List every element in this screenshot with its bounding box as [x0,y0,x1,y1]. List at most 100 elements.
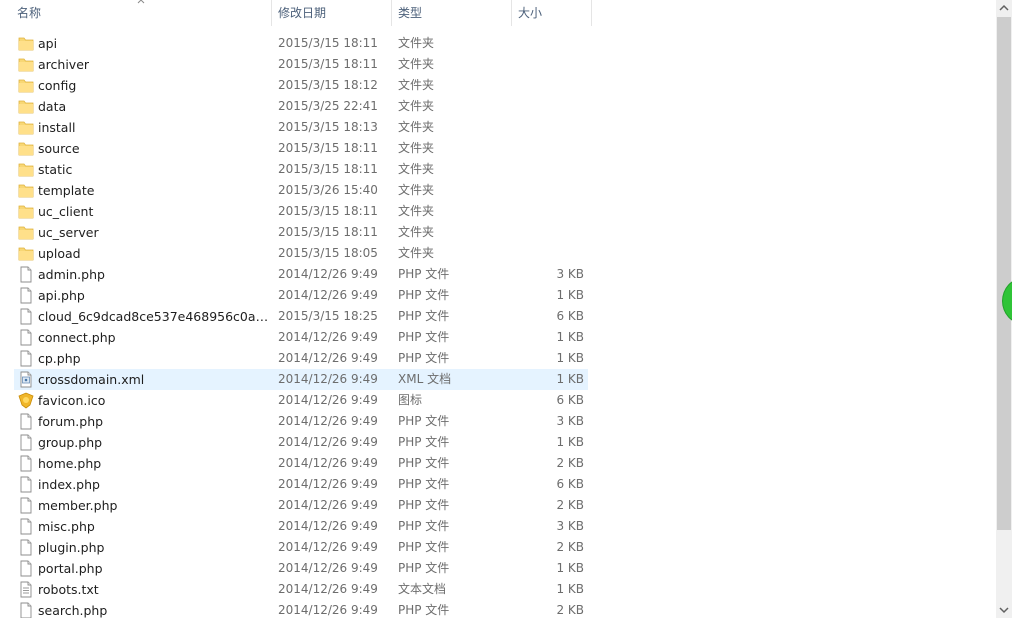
file-icon [18,560,34,577]
column-divider[interactable] [271,0,272,26]
column-header-modified[interactable]: 修改日期 [273,0,391,26]
file-row[interactable]: misc.php 2014/12/26 9:49 PHP 文件 3 KB [14,516,588,537]
xml-file-icon [18,371,34,388]
file-size [514,243,584,264]
file-type: 文件夹 [398,57,435,71]
file-size [514,222,584,243]
file-size: 1 KB [556,330,584,344]
file-type: PHP 文件 [398,561,450,575]
file-row[interactable]: member.php 2014/12/26 9:49 PHP 文件 2 KB [14,495,588,516]
scroll-up-button[interactable] [996,0,1012,16]
file-modified-date: 2014/12/26 9:49 [278,393,378,407]
file-modified-date: 2014/12/26 9:49 [278,456,378,470]
file-row[interactable]: template 2015/3/26 15:40 文件夹 [14,180,588,201]
file-icon [18,434,34,451]
file-row[interactable]: config 2015/3/15 18:12 文件夹 [14,75,588,96]
file-name: api [38,36,58,51]
file-icon [18,413,34,430]
file-name: index.php [38,477,100,492]
file-row[interactable]: install 2015/3/15 18:13 文件夹 [14,117,588,138]
file-row[interactable]: favicon.ico 2014/12/26 9:49 图标 6 KB [14,390,588,411]
file-row[interactable]: data 2015/3/25 22:41 文件夹 [14,96,588,117]
folder-icon [18,182,34,199]
file-size: 6 KB [556,477,584,491]
file-size: 1 KB [556,435,584,449]
file-row[interactable]: admin.php 2014/12/26 9:49 PHP 文件 3 KB [14,264,588,285]
file-size [514,75,584,96]
file-row[interactable]: api 2015/3/15 18:11 文件夹 [14,33,588,54]
file-row[interactable]: crossdomain.xml 2014/12/26 9:49 XML 文档 1 KB [14,369,588,390]
file-modified-date: 2015/3/26 15:40 [278,183,378,197]
file-type: 文件夹 [398,183,435,197]
file-row[interactable]: uc_client 2015/3/15 18:11 文件夹 [14,201,588,222]
file-type: XML 文档 [398,372,452,386]
file-name: cp.php [38,351,81,366]
folder-icon [18,245,34,262]
file-row[interactable]: cp.php 2014/12/26 9:49 PHP 文件 1 KB [14,348,588,369]
file-name: robots.txt [38,582,99,597]
file-modified-date: 2015/3/15 18:13 [278,120,378,134]
file-modified-date: 2014/12/26 9:49 [278,519,378,533]
file-modified-date: 2015/3/25 22:41 [278,99,378,113]
file-row[interactable]: archiver 2015/3/15 18:11 文件夹 [14,54,588,75]
file-type: 文件夹 [398,141,435,155]
file-row[interactable]: robots.txt 2014/12/26 9:49 文本文档 1 KB [14,579,588,600]
file-size [514,33,584,54]
file-type: PHP 文件 [398,456,450,470]
file-modified-date: 2014/12/26 9:49 [278,288,378,302]
column-divider[interactable] [511,0,512,26]
file-type: PHP 文件 [398,435,450,449]
file-name: upload [38,246,81,261]
folder-icon [18,77,34,94]
file-row[interactable]: cloud_6c9dcad8ce537e468956c0a8a2... 2015/… [14,306,588,327]
file-row[interactable]: group.php 2014/12/26 9:49 PHP 文件 1 KB [14,432,588,453]
column-header-size[interactable]: 大小 [513,0,591,26]
file-row[interactable]: connect.php 2014/12/26 9:49 PHP 文件 1 KB [14,327,588,348]
file-row[interactable]: source 2015/3/15 18:11 文件夹 [14,138,588,159]
file-type: 文件夹 [398,78,435,92]
file-name: config [38,78,77,93]
column-header-bar: 名称 修改日期 类型 大小 [0,0,996,28]
file-type: PHP 文件 [398,414,450,428]
file-icon [18,266,34,283]
file-name: data [38,99,67,114]
file-modified-date: 2015/3/15 18:25 [278,309,378,323]
file-name: misc.php [38,519,95,534]
file-modified-date: 2015/3/15 18:11 [278,225,378,239]
file-row[interactable]: home.php 2014/12/26 9:49 PHP 文件 2 KB [14,453,588,474]
file-size: 3 KB [556,519,584,533]
file-type: 文件夹 [398,36,435,50]
file-row[interactable]: static 2015/3/15 18:11 文件夹 [14,159,588,180]
file-name: admin.php [38,267,105,282]
file-name: static [38,162,73,177]
file-row[interactable]: search.php 2014/12/26 9:49 PHP 文件 2 KB [14,600,588,618]
scroll-down-button[interactable] [996,602,1012,618]
file-name: favicon.ico [38,393,106,408]
column-divider[interactable] [591,0,592,26]
file-type: PHP 文件 [398,603,450,617]
file-row[interactable]: upload 2015/3/15 18:05 文件夹 [14,243,588,264]
file-name: install [38,120,76,135]
file-modified-date: 2014/12/26 9:49 [278,603,378,617]
folder-icon [18,98,34,115]
file-row[interactable]: api.php 2014/12/26 9:49 PHP 文件 1 KB [14,285,588,306]
file-size: 3 KB [556,267,584,281]
file-name: uc_server [38,225,99,240]
file-row[interactable]: uc_server 2015/3/15 18:11 文件夹 [14,222,588,243]
folder-icon [18,56,34,73]
file-type: PHP 文件 [398,288,450,302]
image-icon [18,392,34,409]
file-modified-date: 2015/3/15 18:11 [278,162,378,176]
file-name: search.php [38,603,108,618]
file-row[interactable]: portal.php 2014/12/26 9:49 PHP 文件 1 KB [14,558,588,579]
column-divider[interactable] [391,0,392,26]
file-modified-date: 2015/3/15 18:11 [278,36,378,50]
scroll-thumb[interactable] [997,17,1011,530]
file-row[interactable]: plugin.php 2014/12/26 9:49 PHP 文件 2 KB [14,537,588,558]
file-row[interactable]: index.php 2014/12/26 9:49 PHP 文件 6 KB [14,474,588,495]
folder-icon [18,140,34,157]
folder-icon [18,224,34,241]
column-header-type[interactable]: 类型 [393,0,511,26]
file-row[interactable]: forum.php 2014/12/26 9:49 PHP 文件 3 KB [14,411,588,432]
file-name: crossdomain.xml [38,372,145,387]
